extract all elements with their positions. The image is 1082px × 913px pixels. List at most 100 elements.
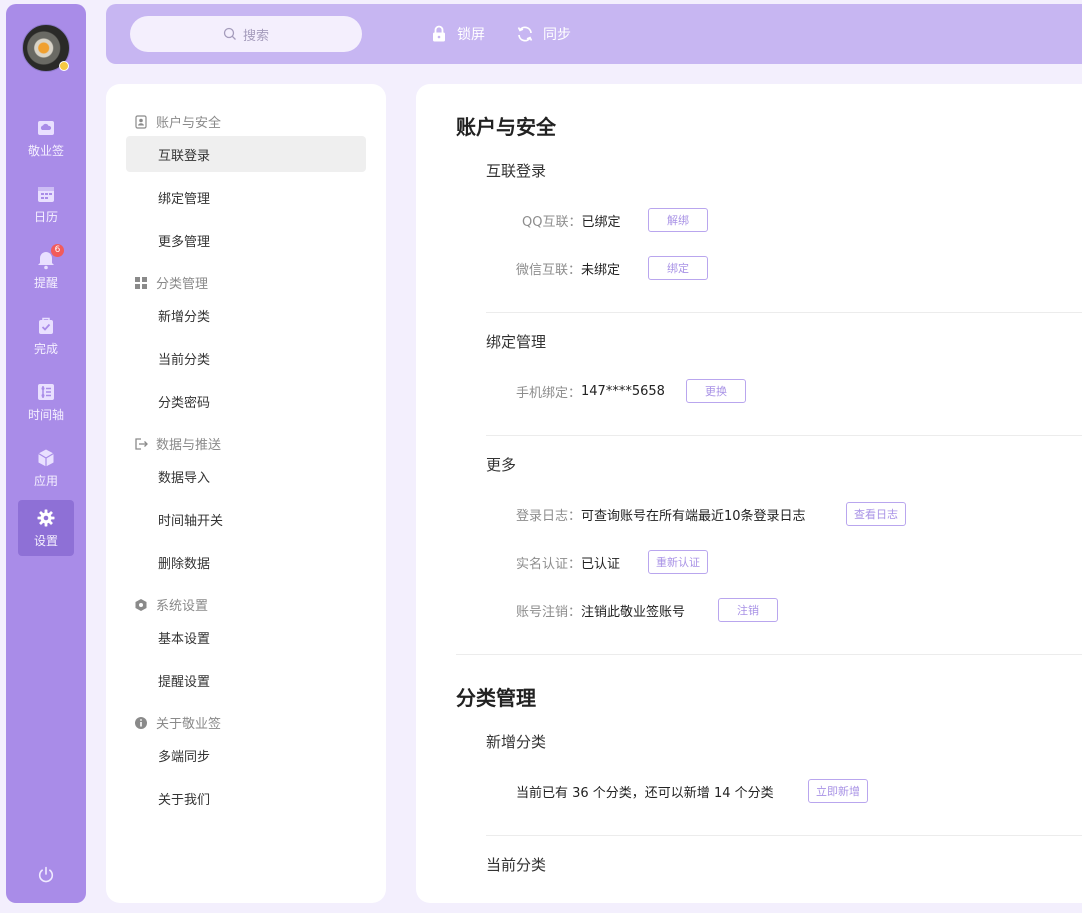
nav-group-title: 分类管理 (156, 277, 209, 292)
lock-screen-button[interactable]: 锁屏 (430, 24, 485, 44)
nav-group-about: 关于敬业签 (134, 713, 221, 732)
settings-content: 账户与安全 互联登录 QQ互联： 已绑定 解绑 微信互联： 未绑定 绑定 绑定管… (416, 84, 1082, 903)
top-bar: 搜索 锁屏 同步 (106, 4, 1082, 64)
rail-item-done[interactable]: 完成 (18, 308, 74, 364)
view-log-button[interactable]: 查看日志 (846, 502, 906, 526)
rail-item-calendar[interactable]: 日历 (18, 176, 74, 232)
wechat-value: 未绑定 (581, 262, 621, 278)
phone-change-button[interactable]: 更换 (686, 379, 746, 403)
lock-label: 锁屏 (457, 27, 485, 43)
info-icon (135, 716, 147, 729)
category-info-row: 当前已有 36 个分类，还可以新增 14 个分类 (516, 779, 774, 803)
rail-item-reminder[interactable]: 提醒 6 (18, 242, 74, 298)
nav-group-title: 关于敬业签 (156, 717, 222, 732)
category-info-text: 当前已有 36 个分类，还可以新增 14 个分类 (516, 785, 774, 801)
nav-group-title: 系统设置 (156, 599, 209, 614)
sync-icon (517, 26, 533, 42)
nav-item-reminder-settings[interactable]: 提醒设置 (126, 662, 366, 698)
subsection-title-more: 更多 (486, 456, 517, 474)
cancel-account-row: 账号注销： 注销此敬业签账号 (516, 598, 685, 622)
reminder-badge: 6 (51, 244, 64, 257)
cancel-account-label: 账号注销： (516, 604, 582, 620)
grid-icon (135, 276, 147, 289)
search-placeholder: 搜索 (242, 28, 269, 44)
gear-icon (37, 509, 55, 526)
subsection-title-login: 互联登录 (486, 162, 547, 180)
cancel-account-button[interactable]: 注销 (718, 598, 778, 622)
rail-item-timeline[interactable]: 时间轴 (18, 374, 74, 430)
reverify-button[interactable]: 重新认证 (648, 550, 708, 574)
nav-group-account: 账户与安全 (134, 112, 221, 131)
rail-item-label: 敬业签 (27, 143, 64, 158)
divider (486, 835, 1082, 836)
qq-value: 已绑定 (581, 214, 621, 230)
subsection-title-bind: 绑定管理 (486, 333, 547, 351)
hexagon-settings-icon (135, 598, 147, 611)
cube-icon (38, 449, 54, 466)
export-icon (135, 437, 148, 450)
realname-label: 实名认证： (516, 556, 582, 572)
nav-item-data-import[interactable]: 数据导入 (126, 458, 366, 494)
status-dot (59, 61, 69, 71)
rail-item-settings[interactable]: 设置 (18, 500, 74, 556)
divider (486, 435, 1082, 436)
divider (456, 654, 1082, 655)
power-icon[interactable] (37, 866, 55, 884)
rail-item-apps[interactable]: 应用 (18, 440, 74, 496)
rail-item-notes[interactable]: 敬业签 (18, 110, 74, 166)
nav-group-title: 数据与推送 (156, 438, 222, 453)
phone-value: 147****5658 (581, 383, 665, 399)
sync-label: 同步 (543, 27, 571, 43)
wechat-row: 微信互联： 未绑定 (516, 256, 620, 280)
section-title-category: 分类管理 (456, 686, 536, 710)
rail-item-label: 时间轴 (27, 407, 64, 422)
nav-item-current-category[interactable]: 当前分类 (126, 340, 366, 376)
nav-item-delete-data[interactable]: 删除数据 (126, 544, 366, 580)
nav-item-basic-settings[interactable]: 基本设置 (126, 619, 366, 655)
nav-item-about-us[interactable]: 关于我们 (126, 780, 366, 816)
nav-group-category: 分类管理 (134, 273, 208, 292)
account-book-icon (135, 114, 147, 129)
phone-row: 手机绑定： 147****5658 (516, 379, 665, 403)
lock-icon (433, 25, 445, 42)
qq-unbind-button[interactable]: 解绑 (648, 208, 708, 232)
nav-item-multi-sync[interactable]: 多端同步 (126, 737, 366, 773)
calendar-icon (38, 186, 54, 202)
search-input[interactable]: 搜索 (130, 16, 362, 52)
cloud-note-icon (38, 120, 54, 135)
nav-item-more-management[interactable]: 更多管理 (126, 222, 366, 258)
avatar[interactable] (22, 24, 70, 72)
timeline-icon (38, 383, 54, 400)
realname-row: 实名认证： 已认证 (516, 550, 620, 574)
nav-group-system: 系统设置 (134, 595, 208, 614)
section-title-account: 账户与安全 (456, 115, 556, 139)
rail-item-label: 设置 (33, 533, 58, 548)
qq-row: QQ互联： 已绑定 (522, 208, 620, 232)
login-log-label: 登录日志： (516, 508, 582, 524)
realname-value: 已认证 (581, 556, 621, 572)
sync-button[interactable]: 同步 (516, 24, 571, 44)
nav-item-new-category[interactable]: 新增分类 (126, 297, 366, 333)
left-rail: 敬业签 日历 提醒 6 完成 时间轴 应用 设置 (6, 4, 86, 903)
rail-item-label: 提醒 (33, 275, 58, 290)
nav-item-bind-management[interactable]: 绑定管理 (126, 179, 366, 215)
subsection-title-current-category: 当前分类 (486, 856, 547, 874)
rail-item-label: 应用 (33, 473, 58, 488)
rail-item-label: 完成 (33, 341, 58, 356)
wechat-label: 微信互联： (516, 262, 582, 278)
search-icon (223, 27, 236, 40)
phone-label: 手机绑定： (516, 385, 582, 401)
qq-label: QQ互联： (522, 214, 582, 230)
divider (486, 312, 1082, 313)
nav-item-category-password[interactable]: 分类密码 (126, 383, 366, 419)
nav-group-data: 数据与推送 (134, 434, 221, 453)
nav-group-title: 账户与安全 (156, 116, 222, 131)
add-category-button[interactable]: 立即新增 (808, 779, 868, 803)
settings-nav: 账户与安全 互联登录 绑定管理 更多管理 分类管理 新增分类 当前分类 分类密码… (106, 84, 386, 903)
login-log-value: 可查询账号在所有端最近10条登录日志 (581, 508, 806, 524)
rail-item-label: 日历 (33, 209, 58, 224)
nav-item-timeline-switch[interactable]: 时间轴开关 (126, 501, 366, 537)
cancel-account-value: 注销此敬业签账号 (581, 604, 686, 620)
nav-item-interconnect-login[interactable]: 互联登录 (126, 136, 366, 172)
wechat-bind-button[interactable]: 绑定 (648, 256, 708, 280)
